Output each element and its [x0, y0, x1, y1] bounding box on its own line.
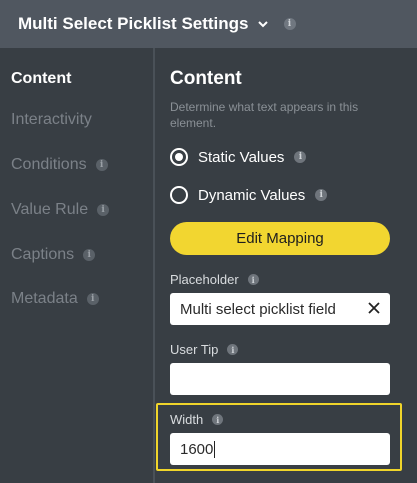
- info-icon[interactable]: i: [247, 274, 259, 285]
- radio-selected-icon[interactable]: [170, 148, 188, 166]
- section-title: Content: [170, 68, 242, 89]
- info-icon[interactable]: i: [315, 189, 328, 201]
- sidebar-item-metadata[interactable]: Metadata i: [11, 290, 99, 308]
- info-icon[interactable]: i: [294, 151, 307, 163]
- sidebar-item-conditions[interactable]: Conditions i: [11, 156, 108, 174]
- settings-sidebar: Content Interactivity Conditions i Value…: [0, 48, 153, 483]
- chevron-down-icon[interactable]: [257, 20, 268, 28]
- sidebar-item-interactivity[interactable]: Interactivity: [11, 111, 92, 129]
- sidebar-item-label: Captions: [11, 246, 75, 263]
- edit-mapping-button[interactable]: Edit Mapping: [170, 222, 390, 255]
- user-tip-label: User Tip i: [170, 342, 239, 357]
- settings-title: Multi Select Picklist Settings: [18, 14, 249, 33]
- info-icon[interactable]: i: [86, 293, 99, 305]
- info-icon[interactable]: i: [95, 159, 108, 171]
- field-label-text: User Tip: [170, 342, 219, 357]
- info-icon[interactable]: i: [97, 204, 110, 216]
- width-highlight-box: [156, 403, 402, 471]
- info-icon[interactable]: i: [283, 18, 296, 30]
- settings-header[interactable]: Multi Select Picklist Settings i: [0, 0, 417, 48]
- sidebar-item-label: Metadata: [11, 290, 78, 307]
- sidebar-item-content[interactable]: Content: [11, 70, 71, 88]
- radio-label: Dynamic Values: [198, 186, 306, 204]
- sidebar-item-label: Interactivity: [11, 111, 92, 128]
- placeholder-value: Multi select picklist field: [180, 300, 336, 318]
- sidebar-item-label: Value Rule: [11, 201, 89, 218]
- sidebar-item-label: Content: [11, 70, 72, 87]
- field-label-text: Placeholder: [170, 272, 239, 287]
- placeholder-label: Placeholder i: [170, 272, 259, 287]
- radio-label: Static Values: [198, 148, 285, 166]
- info-icon[interactable]: i: [227, 344, 239, 355]
- section-description: Determine what text appears in this elem…: [170, 100, 359, 130]
- user-tip-field[interactable]: [170, 363, 390, 395]
- sidebar-item-captions[interactable]: Captions i: [11, 246, 96, 264]
- radio-dynamic-values[interactable]: Dynamic Values i: [170, 186, 328, 204]
- sidebar-item-value-rule[interactable]: Value Rule i: [11, 201, 110, 219]
- sidebar-item-label: Conditions: [11, 156, 87, 173]
- radio-unselected-icon[interactable]: [170, 186, 188, 204]
- close-icon[interactable]: [367, 301, 381, 315]
- placeholder-field[interactable]: Multi select picklist field: [170, 293, 390, 325]
- radio-static-values[interactable]: Static Values i: [170, 148, 307, 166]
- info-icon[interactable]: i: [83, 249, 96, 261]
